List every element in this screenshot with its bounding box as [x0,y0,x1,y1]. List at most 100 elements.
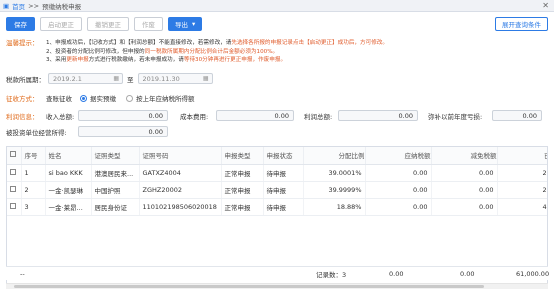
period-end-input[interactable]: 2019.11.30 ▦ [137,73,213,84]
breadcrumb-separator: >> [28,1,40,10]
cell-ratio[interactable]: 39.0001% [303,164,366,182]
cell-idno: ZGHZ20002 [139,181,222,199]
table-row[interactable]: 2 一金·凯瑟琳 中国护照 ZGHZ20002 正常申报 待申报 39.9999… [7,181,547,199]
profit-row: 利润信息： 收入总额: 0.00 成本费用: 0.00 利润总额: 0.00 弥… [6,110,542,121]
cell-no: 3 [21,198,46,216]
cell-idno: 110102198506020018 [139,198,222,216]
tips-label: 温馨提示： [6,39,39,47]
header-paid: 已预缴税额 [497,147,547,165]
radio-last-year[interactable] [126,94,133,102]
cell-idtype: 居民身份证 [91,198,140,216]
save-button[interactable]: 保存 [6,17,35,31]
period-start-input[interactable]: 2019.2.1 ▦ [48,73,123,84]
cell-dtype: 正常申报 [221,198,264,216]
profit-total-label: 利润总额: [304,112,333,121]
header-idno: 证照号码 [139,147,222,165]
cell-relief: 0.00 [431,164,498,182]
breadcrumb-home[interactable]: 首页 [12,1,25,11]
loss-input[interactable]: 0.00 [492,110,542,121]
cell-tax: 0.00 [365,164,432,182]
cell-no: 1 [21,164,46,182]
levy-value: 查账征收 [46,95,72,103]
footer-paid: 61,000.00 [516,269,550,278]
cell-idno: GATXZ4004 [139,164,222,182]
header-idtype: 证照类型 [91,147,140,165]
cell-status: 待申报 [263,164,304,182]
table-row[interactable]: 3 一金·莱昂... 居民身份证 110102198506020018 正常申报… [7,198,547,216]
cell-paid: 20500.00 [497,164,547,182]
footer-tax: 0.00 [389,269,404,278]
header-no: 序号 [21,147,46,165]
row-checkbox[interactable] [7,164,22,182]
table-footer: -- 记录数：3 0.00 0.00 61,000.00 [6,266,550,280]
cell-ratio[interactable]: 18.88% [303,198,366,216]
profit-label: 利润信息： [6,112,39,121]
header-relief: 减免税额 [431,147,498,165]
breadcrumb-current: 预缴纳税申报 [42,2,82,11]
header-tax: 应纳税额 [365,147,432,165]
footer-records: 记录数：3 [316,270,347,279]
tip-line-2: 2、投资者的分配比例可修改，但申报的同一税款所属期内分配比例合计后金额必须为10… [46,48,279,55]
export-button[interactable]: 导出 ▾ [168,17,203,31]
levy-row: 征收方式： 查账征收 据实预缴 按上年应纳税所得额 [6,93,195,103]
invested-row: 被投资单位经营所得: 0.00 [6,126,168,137]
profit-total-input[interactable]: 0.00 [338,110,418,121]
cell-dtype: 正常申报 [221,164,264,182]
expand-query-button[interactable]: 展开查询条件 [495,17,548,31]
start-correction-button[interactable]: 启动更正 [40,17,82,31]
cell-relief: 0.00 [431,181,498,199]
horizontal-scrollbar[interactable] [6,283,548,289]
tip-line-1: 1、申报成功后，【记收方式】和【利润总额】不能直接修改，若需修改，请先选择各所报… [46,40,388,46]
cell-name: si bao KKK [45,164,92,182]
header-checkbox[interactable] [7,147,22,165]
cell-tax: 0.00 [365,181,432,199]
radio-last-year-label[interactable]: 按上年应纳税所得额 [136,93,195,103]
income-label: 收入总额: [46,112,75,121]
cancel-correction-button[interactable]: 撤销更正 [87,17,129,31]
table-row[interactable]: 1 si bao KKK 港澳居民来... GATXZ4004 正常申报 待申报… [7,164,547,182]
cell-status: 待申报 [263,198,304,216]
radio-actual-label[interactable]: 据实预缴 [90,93,116,103]
cell-no: 2 [21,181,46,199]
chevron-down-icon: ▾ [192,20,196,28]
period-row: 税款所属期： 2019.2.1 ▦ 至 2019.11.30 ▦ [6,73,213,84]
header-name: 姓名 [45,147,92,165]
void-button[interactable]: 作废 [134,17,163,31]
period-label: 税款所属期： [6,75,45,84]
calendar-icon: ▦ [113,75,119,82]
export-label: 导出 [175,21,188,29]
income-input[interactable]: 0.00 [78,110,168,121]
header-dtype: 申报类型 [221,147,264,165]
cost-input[interactable]: 0.00 [216,110,294,121]
header-status: 申报状态 [263,147,304,165]
period-to-label: 至 [127,75,134,84]
footer-dash: -- [20,269,25,278]
title-bar: ▣ 首页 >> 预缴纳税申报 ✕ [0,0,554,12]
invested-label: 被投资单位经营所得: [6,128,67,137]
radio-actual[interactable] [80,94,87,102]
cell-ratio[interactable]: 39.9999% [303,181,366,199]
levy-label: 征收方式： [6,95,39,103]
invested-input[interactable]: 0.00 [78,126,168,137]
footer-relief: 0.00 [460,269,475,278]
cell-idtype: 中国护照 [91,181,140,199]
close-icon[interactable]: ✕ [542,1,549,10]
cell-paid: 40500.00 [497,198,547,216]
cell-name: 一金·莱昂... [45,198,92,216]
home-icon[interactable]: ▣ [3,2,9,10]
cell-idtype: 港澳居民来... [91,164,140,182]
row-checkbox[interactable] [7,198,22,216]
cell-relief: 0.00 [431,198,498,216]
cell-dtype: 正常申报 [221,181,264,199]
table-header-row: 序号 姓名 证照类型 证照号码 申报类型 申报状态 分配比例 应纳税额 减免税额… [7,147,547,165]
tips-panel: 温馨提示： 1、申报成功后，【记收方式】和【利润总额】不能直接修改，若需修改，请… [6,39,546,65]
calendar-icon: ▦ [202,75,209,82]
cost-label: 成本费用: [180,112,209,121]
cell-tax: 0.00 [365,198,432,216]
loss-label: 弥补以前年度亏损: [428,112,483,121]
toolbar: 保存 启动更正 撤销更正 作废 导出 ▾ [6,17,203,31]
cell-name: 一金·凯瑟琳 [45,181,92,199]
header-ratio: 分配比例 [303,147,366,165]
row-checkbox[interactable] [7,181,22,199]
scrollbar-thumb[interactable] [14,285,484,288]
